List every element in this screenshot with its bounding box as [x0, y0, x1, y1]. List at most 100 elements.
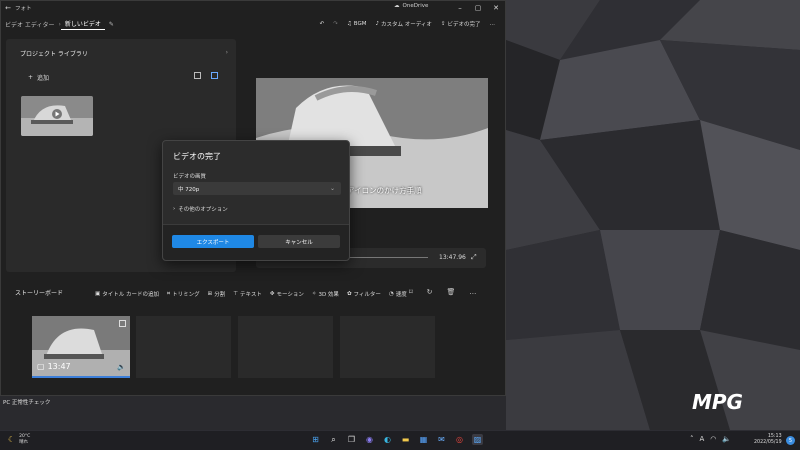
mail-icon[interactable]: ✉	[436, 434, 447, 445]
dialog-title: ビデオの完了	[173, 152, 221, 161]
start-icon[interactable]: ⊞	[310, 434, 321, 445]
fullscreen-icon[interactable]: ⤢	[471, 253, 477, 262]
finish-video-dialog: ビデオの完了 ビデオの画質 中 720p ⌄ › その他のオプション エクスポー…	[162, 140, 350, 261]
clip-duration: ▢ 13:47	[37, 362, 71, 371]
close-icon[interactable]: ✕	[487, 1, 505, 15]
clip-checkbox[interactable]	[119, 320, 126, 327]
title-card-icon: ▣	[95, 291, 101, 297]
add-media-button[interactable]: + 追加	[28, 73, 49, 82]
onedrive-label: OneDrive	[402, 3, 429, 9]
video-quality-select[interactable]: 中 720p ⌄	[173, 182, 341, 195]
media-thumbnail[interactable]	[21, 96, 93, 136]
back-arrow-icon[interactable]: ←	[1, 4, 15, 12]
export-button[interactable]: エクスポート	[172, 235, 254, 248]
video-quality-value: 中 720p	[178, 186, 200, 193]
finish-video-label: ビデオの完了	[447, 22, 481, 28]
title-bar: ← フォト ☁ OneDrive – ▢ ✕	[1, 1, 505, 15]
svg-text:MPG: MPG	[692, 390, 743, 414]
storyboard-tools: ▣ タイトル カードの追加 ⌗ トリミング ⊞ 分割 ⊤ テキスト ✥ モーション ✧ 3D…	[95, 290, 407, 299]
speed-icon: ◔	[388, 291, 394, 297]
tool-label: 速度	[395, 292, 407, 298]
finish-video-button[interactable]: ⇪ ビデオの完了	[441, 20, 481, 28]
cancel-button[interactable]: キャンセル	[258, 235, 340, 248]
speaker-icon[interactable]: 🔈	[722, 435, 731, 443]
audio-icon: ♪	[375, 21, 379, 27]
trim-button[interactable]: ⌗ トリミング	[167, 290, 200, 299]
pc-health-check-label[interactable]: PC 正常性チェック	[3, 398, 50, 406]
taskbar: ☾ 20°C 晴れ ⊞ ⌕ ❐ ◉ ◐ ▬ ▦ ✉ ◎ ▨ ˄ A ◠ 🔈 15…	[0, 430, 800, 450]
minimize-icon[interactable]: –	[451, 1, 469, 15]
notification-badge[interactable]: 5	[786, 436, 795, 445]
storyboard-empty-slot	[340, 316, 435, 378]
clock-time: 15:13	[767, 434, 782, 439]
weather-widget[interactable]: ☾ 20°C 晴れ	[8, 434, 30, 445]
collapse-chevron-icon[interactable]: ›	[226, 49, 228, 56]
rotate-icon[interactable]: ↻	[427, 288, 433, 296]
edge-icon[interactable]: ◐	[382, 434, 393, 445]
grid-large-view-icon[interactable]	[211, 72, 218, 79]
tool-label: タイトル カードの追加	[102, 292, 159, 298]
music-note-icon: ♫	[346, 21, 352, 27]
storyboard-title: ストーリーボード	[15, 290, 64, 297]
speed-button[interactable]: ◔ 速度	[389, 290, 407, 298]
more-options-toggle[interactable]: › その他のオプション	[173, 205, 228, 213]
crop-icon[interactable]: ⌑	[409, 288, 413, 296]
rename-pencil-icon[interactable]: ✎	[105, 21, 118, 28]
redo-icon[interactable]: ↷	[333, 21, 338, 27]
add-title-card-button[interactable]: ▣ タイトル カードの追加	[95, 290, 159, 298]
text-button[interactable]: ⊤ テキスト	[233, 290, 262, 298]
photos-app-icon[interactable]: ▨	[472, 434, 483, 445]
more-options-icon[interactable]: …	[490, 21, 496, 27]
mpg-logo: MPG	[692, 390, 743, 414]
file-explorer-icon[interactable]: ▬	[400, 434, 411, 445]
split-button[interactable]: ⊞ 分割	[208, 290, 226, 298]
project-library-title: プロジェクト ライブラリ	[20, 51, 88, 58]
weather-temperature: 20°C	[19, 434, 31, 439]
chevron-right-icon: ›	[173, 206, 176, 212]
tray-chevron-up-icon[interactable]: ˄	[690, 435, 694, 443]
delete-icon[interactable]: 🗑	[446, 288, 455, 296]
undo-icon[interactable]: ↶	[320, 21, 325, 27]
app-title: フォト	[15, 6, 32, 12]
wifi-icon[interactable]: ◠	[710, 435, 716, 443]
custom-audio-label: カスタム オーディオ	[381, 22, 432, 28]
taskbar-clock[interactable]: 15:13 2022/05/19	[754, 434, 782, 446]
maximize-icon[interactable]: ▢	[469, 1, 487, 15]
store-icon[interactable]: ▦	[418, 434, 429, 445]
grid-small-view-icon[interactable]	[194, 72, 201, 79]
clip-duration-text: 13:47	[47, 362, 71, 371]
storyboard-clip[interactable]: ▢ 13:47 🔈	[32, 316, 130, 378]
photos-app-window: ← フォト ☁ OneDrive – ▢ ✕ ビデオ エディター › 新しいビデ…	[0, 0, 506, 396]
clock-date: 2022/05/19	[754, 440, 782, 445]
chrome-icon[interactable]: ◎	[454, 434, 465, 445]
add-label: 追加	[37, 75, 50, 82]
weather-condition: 晴れ	[19, 439, 29, 445]
dialog-footer: エクスポート キャンセル	[163, 224, 349, 260]
export-icon: ⇪	[440, 21, 446, 27]
breadcrumb-video-editor[interactable]: ビデオ エディター	[1, 20, 59, 29]
tool-label: フィルター	[353, 292, 381, 298]
bgm-button[interactable]: ♫ BGM	[347, 21, 367, 27]
ime-indicator[interactable]: A	[700, 435, 705, 443]
3d-effects-button[interactable]: ✧ 3D 効果	[312, 290, 339, 298]
task-view-icon[interactable]: ❐	[346, 434, 357, 445]
video-quality-label: ビデオの画質	[173, 174, 207, 180]
cloud-icon: ☁	[394, 3, 400, 9]
library-view-toggle	[194, 72, 218, 79]
breadcrumb-new-video[interactable]: 新しいビデオ	[60, 19, 105, 30]
seek-track[interactable]	[346, 257, 428, 258]
chat-icon[interactable]: ◉	[364, 434, 375, 445]
filter-button[interactable]: ✿ フィルター	[347, 290, 381, 298]
weather-moon-icon: ☾	[8, 435, 16, 444]
motion-button[interactable]: ✥ モーション	[270, 290, 304, 298]
storyboard-more-icon[interactable]: …	[469, 288, 476, 296]
volume-icon[interactable]: 🔈	[117, 363, 126, 371]
onedrive-status[interactable]: ☁ OneDrive	[394, 3, 428, 9]
tool-label: モーション	[276, 292, 304, 298]
split-icon: ⊞	[207, 291, 213, 297]
tool-label: トリミング	[172, 292, 200, 298]
custom-audio-button[interactable]: ♪ カスタム オーディオ	[375, 20, 431, 28]
filter-icon: ✿	[346, 291, 352, 297]
search-icon[interactable]: ⌕	[328, 434, 339, 445]
editor-toolbar: ビデオ エディター › 新しいビデオ ✎ ↶ ↷ ♫ BGM ♪ カスタム オー…	[1, 15, 505, 33]
